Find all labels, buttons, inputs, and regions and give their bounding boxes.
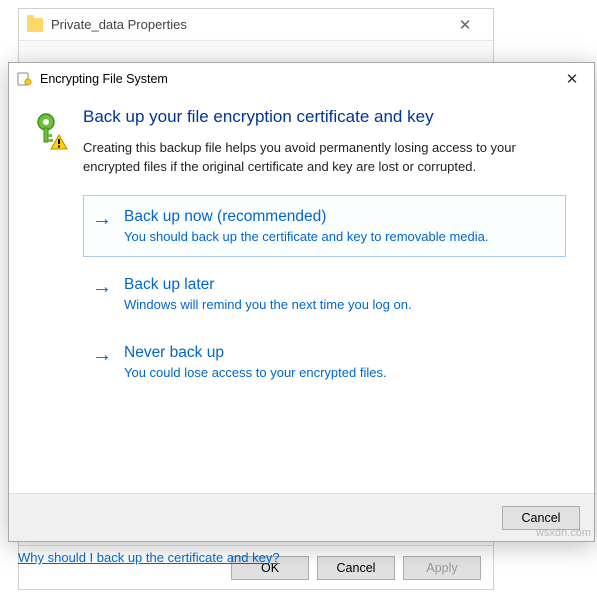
help-link[interactable]: Why should I back up the certificate and… bbox=[18, 550, 280, 565]
cancel-button[interactable]: Cancel bbox=[502, 506, 580, 530]
option-desc: You could lose access to your encrypted … bbox=[124, 365, 555, 380]
option-desc: You should back up the certificate and k… bbox=[124, 229, 555, 244]
arrow-right-icon: → bbox=[92, 345, 112, 365]
efs-heading: Back up your file encryption certificate… bbox=[83, 107, 566, 127]
option-text: Back up now (recommended) You should bac… bbox=[124, 208, 555, 244]
efs-title: Encrypting File System bbox=[40, 72, 550, 86]
efs-body: Back up your file encryption certificate… bbox=[9, 95, 594, 493]
efs-titlebar: Encrypting File System ✕ bbox=[9, 63, 594, 95]
arrow-right-icon: → bbox=[92, 277, 112, 297]
option-title: Back up later bbox=[124, 276, 555, 294]
cancel-button[interactable]: Cancel bbox=[317, 556, 395, 580]
apply-button: Apply bbox=[403, 556, 481, 580]
folder-icon bbox=[27, 18, 43, 32]
option-title: Never back up bbox=[124, 344, 555, 362]
watermark: wsxdn.com bbox=[536, 527, 591, 539]
option-title: Back up now (recommended) bbox=[124, 208, 555, 226]
option-backup-now[interactable]: → Back up now (recommended) You should b… bbox=[83, 195, 566, 257]
option-desc: Windows will remind you the next time yo… bbox=[124, 297, 555, 312]
close-icon[interactable]: ✕ bbox=[550, 64, 594, 94]
option-never-backup[interactable]: → Never back up You could lose access to… bbox=[83, 331, 566, 393]
efs-footer: Cancel bbox=[9, 493, 594, 541]
option-backup-later[interactable]: → Back up later Windows will remind you … bbox=[83, 263, 566, 325]
efs-dialog: Encrypting File System ✕ Back up your fi… bbox=[8, 62, 595, 542]
key-warning-icon bbox=[33, 107, 69, 493]
key-cert-icon bbox=[17, 71, 33, 87]
option-text: Back up later Windows will remind you th… bbox=[124, 276, 555, 312]
properties-title: Private_data Properties bbox=[51, 17, 445, 32]
close-icon[interactable]: ✕ bbox=[445, 10, 485, 40]
efs-subtext: Creating this backup file helps you avoi… bbox=[83, 139, 566, 177]
arrow-right-icon: → bbox=[92, 209, 112, 229]
option-text: Never back up You could lose access to y… bbox=[124, 344, 555, 380]
properties-titlebar: Private_data Properties ✕ bbox=[19, 9, 493, 41]
efs-content: Back up your file encryption certificate… bbox=[83, 107, 566, 493]
